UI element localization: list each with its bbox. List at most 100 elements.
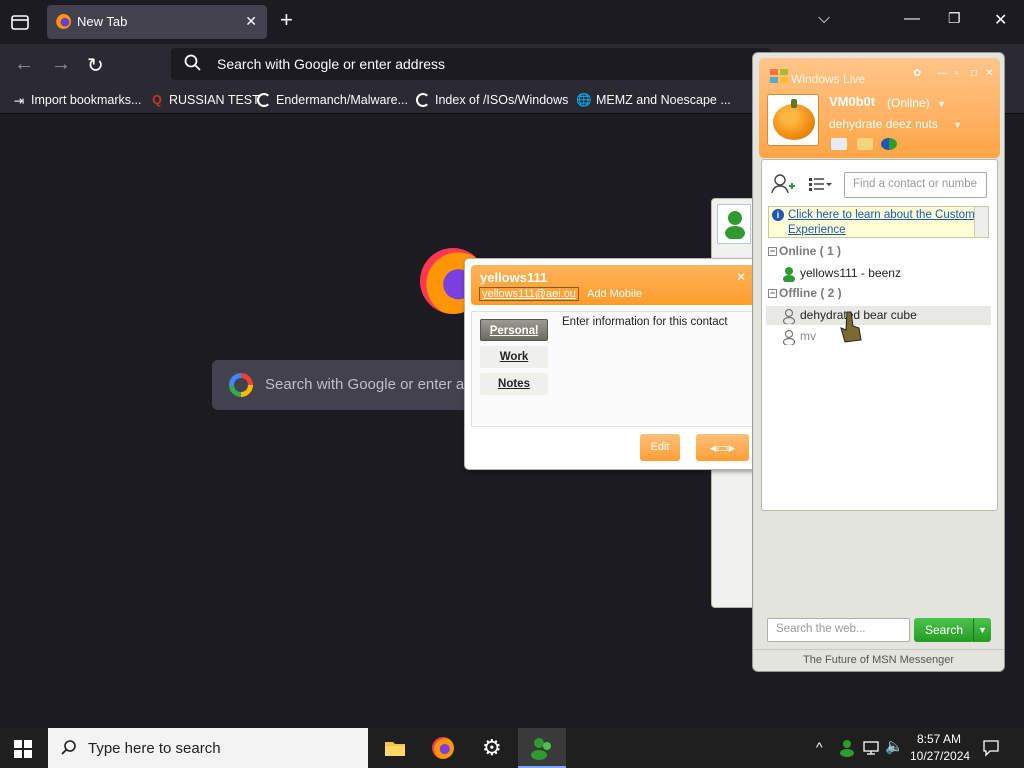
tab-personal[interactable]: Personal bbox=[480, 319, 548, 341]
group-offline[interactable]: − Offline ( 2 ) bbox=[768, 286, 842, 300]
firefox-taskbar-button[interactable] bbox=[419, 728, 467, 768]
buddy-status-icon[interactable]: ✿ bbox=[913, 68, 921, 79]
contact-avatar[interactable] bbox=[717, 204, 751, 244]
web-search-input[interactable]: Search the web... bbox=[767, 618, 910, 642]
taskbar-search[interactable]: Type here to search bbox=[48, 728, 368, 768]
bookmark-label: Index of /ISOs/Windows bbox=[435, 93, 569, 107]
user-name[interactable]: VM0b0t bbox=[829, 94, 875, 109]
gear-icon: ⚙ bbox=[482, 735, 502, 760]
collapse-icon: − bbox=[768, 246, 777, 256]
search-icon bbox=[184, 54, 201, 71]
bookmark-russian-test[interactable]: Q RUSSIAN TEST bbox=[150, 91, 260, 109]
show-hidden-icons[interactable]: ^ bbox=[816, 739, 823, 755]
bookmark-endermanch[interactable]: Endermanch/Malware... bbox=[257, 91, 408, 109]
close-icon[interactable]: ✕ bbox=[736, 270, 746, 284]
restore-icon[interactable]: ▫ bbox=[955, 68, 959, 79]
status-dropdown-icon[interactable]: ▾ bbox=[939, 99, 944, 110]
network-icon[interactable] bbox=[862, 740, 880, 756]
contact-item-offline[interactable]: mv bbox=[766, 327, 991, 346]
close-icon[interactable]: ✕ bbox=[985, 68, 993, 79]
pumpkin-image bbox=[773, 104, 815, 140]
personal-message[interactable]: dehydrate deez nuts bbox=[829, 117, 938, 131]
add-contact-icon[interactable] bbox=[769, 172, 797, 196]
contact-card-header: yellows111 yellows111@aei.ou Add Mobile … bbox=[471, 265, 755, 305]
back-icon[interactable]: ← bbox=[14, 53, 34, 76]
new-tab-button[interactable]: + bbox=[280, 9, 293, 31]
tab-notes[interactable]: Notes bbox=[480, 373, 548, 395]
newtab-search-box[interactable]: Search with Google or enter ad bbox=[212, 360, 473, 410]
bookmark-isos[interactable]: Index of /ISOs/Windows bbox=[416, 91, 568, 109]
offline-status-icon bbox=[782, 308, 796, 324]
banner-scrollbar[interactable] bbox=[974, 207, 988, 237]
close-window-icon[interactable]: ✕ bbox=[994, 10, 1007, 30]
change-view-icon[interactable] bbox=[806, 172, 834, 196]
contact-item-offline[interactable]: dehydrated bear cube bbox=[766, 306, 991, 325]
messenger-buddy-icon bbox=[531, 738, 551, 760]
message-dropdown-icon[interactable]: ▾ bbox=[955, 120, 960, 131]
find-contact-input[interactable]: Find a contact or numbe bbox=[844, 172, 987, 198]
newtab-search-placeholder: Search with Google or enter ad bbox=[265, 376, 473, 393]
add-mobile-link[interactable]: Add Mobile bbox=[587, 288, 642, 300]
expand-card-button[interactable]: ◂▭▸ bbox=[696, 434, 749, 461]
globe-icon: 🌐 bbox=[576, 92, 592, 107]
bookmark-memz[interactable]: 🌐 MEMZ and Noescape ... bbox=[576, 91, 731, 109]
minimize-icon[interactable]: — bbox=[937, 68, 947, 79]
bookmark-label: Import bookmarks... bbox=[31, 93, 142, 107]
clock-date[interactable]: 10/27/2024 bbox=[910, 749, 970, 763]
google-icon bbox=[229, 373, 253, 397]
close-tab-icon[interactable]: ✕ bbox=[245, 13, 257, 30]
site-icon: Q bbox=[152, 93, 162, 107]
tab-new-tab[interactable]: New Tab ✕ bbox=[47, 5, 267, 39]
messenger-tray-icon[interactable] bbox=[838, 739, 856, 757]
app-title: Windows Live bbox=[791, 72, 866, 86]
taskbar: Type here to search ⚙ ^ 🔈 8:57 AM 10/27/… bbox=[0, 728, 1024, 768]
file-explorer-button[interactable] bbox=[371, 728, 419, 768]
group-label: Online ( 1 ) bbox=[779, 244, 842, 258]
expand-icon: ◂▭▸ bbox=[709, 440, 736, 455]
contact-name: mv bbox=[800, 329, 816, 343]
contact-email[interactable]: yellows111@aei.ou bbox=[479, 287, 579, 301]
info-icon: i bbox=[772, 209, 784, 221]
offline-status-icon bbox=[782, 329, 796, 345]
tab-title: New Tab bbox=[77, 14, 128, 29]
clock-time[interactable]: 8:57 AM bbox=[917, 732, 961, 746]
maximize-icon[interactable]: □ bbox=[971, 68, 977, 79]
reload-icon[interactable]: ↻ bbox=[87, 53, 104, 78]
search-dropdown-icon[interactable]: ▼ bbox=[973, 618, 991, 642]
pumpkin-stem bbox=[791, 99, 797, 108]
mail-icon[interactable] bbox=[831, 138, 847, 150]
edit-button[interactable]: Edit bbox=[640, 434, 680, 461]
messenger-header: Windows Live ✿ — ▫ □ ✕ VM0b0t (Online) ▾… bbox=[759, 58, 1000, 158]
contact-item-online[interactable]: yellows111 - beenz bbox=[766, 264, 991, 283]
contact-name: yellows111 - beenz bbox=[800, 266, 901, 280]
messenger-taskbar-button[interactable] bbox=[518, 728, 566, 768]
address-bar[interactable]: Search with Google or enter address bbox=[171, 48, 771, 80]
windows-start-icon[interactable] bbox=[14, 740, 32, 758]
web-search-button[interactable]: Search bbox=[914, 618, 974, 642]
volume-icon[interactable]: 🔈 bbox=[885, 737, 904, 755]
minimize-icon[interactable]: — bbox=[904, 10, 920, 28]
user-status[interactable]: (Online) bbox=[887, 96, 930, 110]
firefox-icon bbox=[432, 737, 454, 759]
group-online[interactable]: − Online ( 1 ) bbox=[768, 244, 841, 258]
tab-list-icon[interactable] bbox=[8, 10, 32, 34]
spaces-icon[interactable] bbox=[881, 138, 897, 150]
online-status-icon bbox=[783, 267, 795, 282]
display-picture[interactable] bbox=[767, 94, 819, 146]
settings-taskbar-button[interactable]: ⚙ bbox=[469, 728, 517, 768]
notification-icon[interactable] bbox=[982, 739, 1000, 757]
restore-icon[interactable]: ❐ bbox=[948, 10, 961, 27]
bookmark-import[interactable]: ⇥ Import bookmarks... bbox=[12, 91, 142, 109]
collapse-icon: − bbox=[768, 288, 777, 298]
tab-work[interactable]: Work bbox=[480, 346, 548, 368]
customer-experience-link[interactable]: Click here to learn about the Customer E… bbox=[788, 208, 988, 238]
address-placeholder: Search with Google or enter address bbox=[217, 56, 446, 72]
customer-experience-banner: i Click here to learn about the Customer… bbox=[768, 206, 989, 238]
forward-icon[interactable]: → bbox=[51, 53, 71, 76]
bookmark-label: MEMZ and Noescape ... bbox=[596, 93, 731, 107]
contact-name: yellows111 bbox=[480, 270, 548, 285]
firefox-favicon-icon bbox=[56, 14, 71, 29]
contact-info-text: Enter information for this contact bbox=[562, 316, 728, 328]
folder-icon[interactable] bbox=[857, 138, 873, 150]
list-all-tabs-icon[interactable]: ⌵ bbox=[818, 10, 830, 28]
